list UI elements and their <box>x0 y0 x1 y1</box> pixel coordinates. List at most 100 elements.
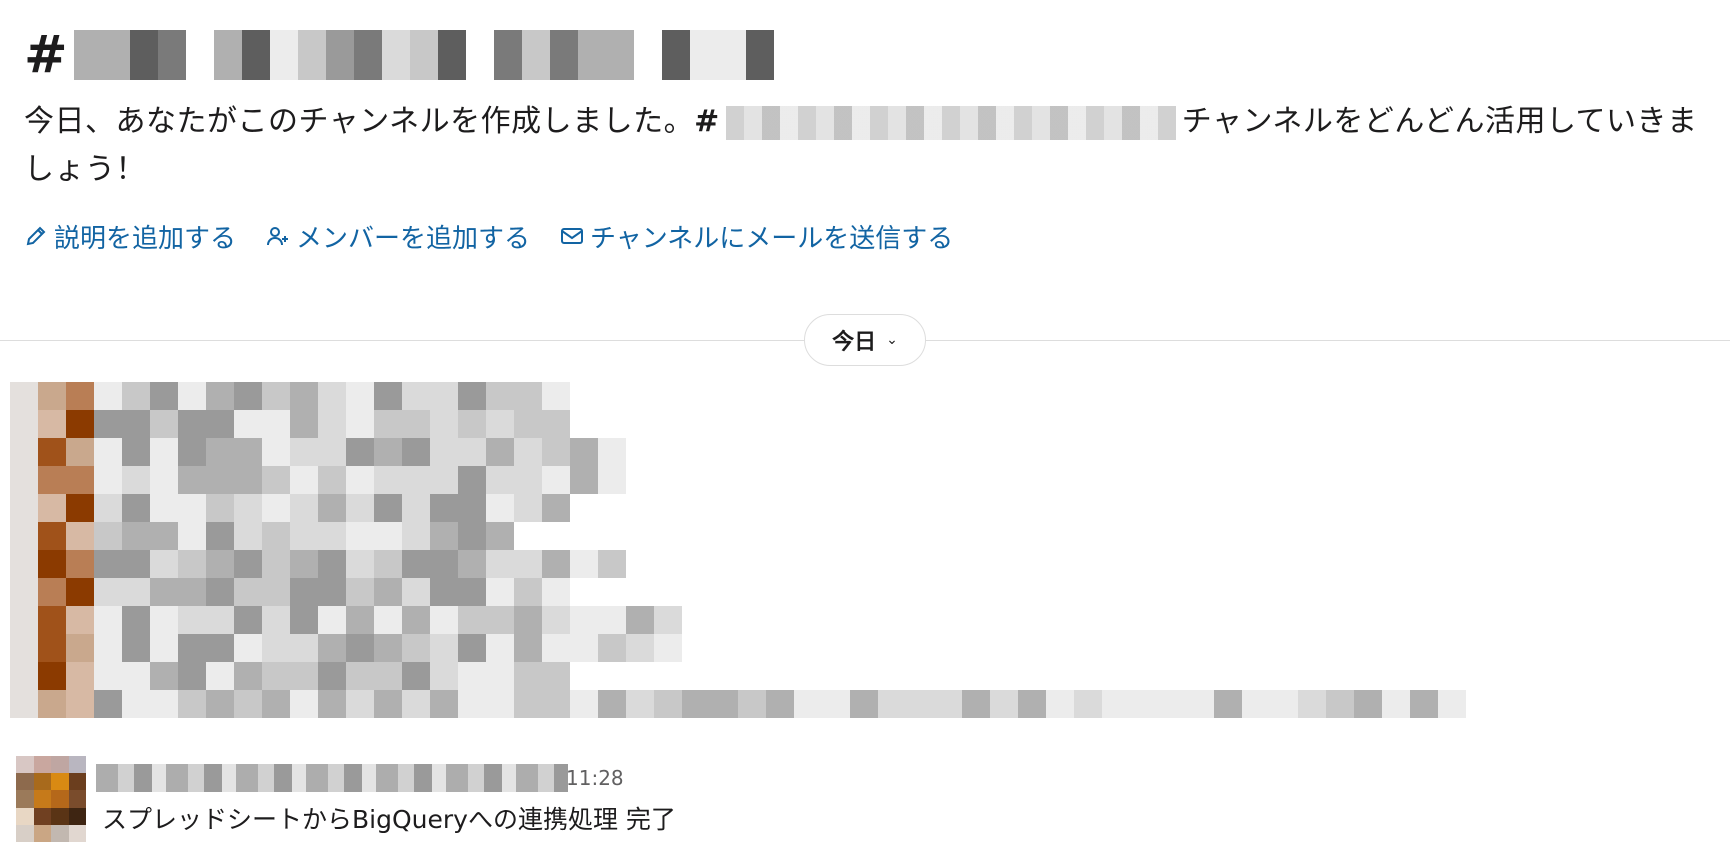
redaction-pixel <box>66 550 94 578</box>
redaction-pixel <box>458 662 486 690</box>
redaction-pixel <box>486 690 514 718</box>
redaction-pixel <box>150 410 178 438</box>
add-description-button[interactable]: 説明を追加する <box>24 218 236 255</box>
redaction-pixel <box>150 690 178 718</box>
redaction-pixel <box>514 382 542 410</box>
redaction-pixel <box>150 466 178 494</box>
date-jump-button[interactable]: 今日 ⌄ <box>804 314 926 366</box>
redaction-pixel <box>402 382 430 410</box>
redaction-pixel <box>122 606 150 634</box>
redaction-pixel <box>458 438 486 466</box>
redaction-pixel <box>549 30 578 80</box>
redaction-pixel <box>122 662 150 690</box>
redaction-pixel <box>38 466 66 494</box>
redaction-pixel <box>122 690 150 718</box>
redaction-pixel <box>157 30 186 80</box>
redaction-pixel <box>38 690 66 718</box>
redaction-pixel <box>626 634 654 662</box>
redaction-pixel <box>430 382 458 410</box>
redaction-pixel <box>122 522 150 550</box>
redaction-pixel <box>542 606 570 634</box>
redaction-pixel <box>374 522 402 550</box>
redaction-pixel <box>150 606 178 634</box>
redaction-pixel <box>234 550 262 578</box>
message-item[interactable]: 11:28 スプレッドシートからBigQueryへの連携処理 完了 <box>16 756 1716 846</box>
redaction-pixel <box>262 634 290 662</box>
redaction-pixel <box>458 522 486 550</box>
redaction-pixel <box>122 438 150 466</box>
avatar-pixel <box>51 756 69 774</box>
redaction-pixel <box>374 690 402 718</box>
redaction-pixel <box>178 690 206 718</box>
redaction-pixel <box>514 550 542 578</box>
redacted-channel-name <box>73 30 774 80</box>
redaction-pixel <box>290 438 318 466</box>
redaction-pixel <box>486 662 514 690</box>
redaction-pixel <box>150 522 178 550</box>
redaction-pixel <box>206 634 234 662</box>
redaction-pixel <box>458 690 486 718</box>
redaction-pixel <box>374 578 402 606</box>
redaction-pixel <box>514 410 542 438</box>
avatar-pixel <box>68 773 86 791</box>
redaction-pixel <box>689 30 718 80</box>
avatar[interactable] <box>16 756 86 842</box>
avatar-pixel <box>33 790 51 808</box>
redaction-pixel <box>66 494 94 522</box>
redaction-pixel <box>206 466 234 494</box>
redaction-pixel <box>346 550 374 578</box>
redaction-pixel <box>66 410 94 438</box>
message-timestamp[interactable]: 11:28 <box>566 766 624 790</box>
redaction-pixel <box>878 690 906 718</box>
redaction-pixel <box>73 30 102 80</box>
add-members-button[interactable]: メンバーを追加する <box>266 218 530 255</box>
redaction-pixel <box>626 606 654 634</box>
redaction-pixel <box>430 634 458 662</box>
redaction-pixel <box>542 466 570 494</box>
redaction-pixel <box>10 606 38 634</box>
redaction-pixel <box>66 634 94 662</box>
redaction-pixel <box>654 634 682 662</box>
avatar-pixel <box>51 824 69 842</box>
redaction-row <box>10 690 1466 718</box>
redaction-pixel <box>493 30 522 80</box>
redaction-pixel <box>129 30 158 80</box>
avatar-pixel <box>33 773 51 791</box>
redaction-pixel <box>318 550 346 578</box>
redaction-pixel <box>318 494 346 522</box>
redaction-pixel <box>206 382 234 410</box>
redaction-pixel <box>94 634 122 662</box>
redaction-pixel <box>542 382 570 410</box>
redaction-pixel <box>1130 690 1158 718</box>
redaction-pixel <box>150 382 178 410</box>
redaction-pixel <box>745 30 774 80</box>
redaction-pixel <box>178 494 206 522</box>
redaction-pixel <box>717 30 746 80</box>
redaction-pixel <box>402 494 430 522</box>
redaction-pixel <box>402 634 430 662</box>
avatar-pixel <box>68 790 86 808</box>
redaction-pixel <box>262 662 290 690</box>
redaction-pixel <box>10 382 38 410</box>
redaction-pixel <box>465 30 494 80</box>
redaction-pixel <box>318 522 346 550</box>
redaction-pixel <box>66 690 94 718</box>
redaction-row <box>10 550 1466 578</box>
redaction-pixel <box>430 522 458 550</box>
redaction-pixel <box>318 662 346 690</box>
redaction-pixel <box>430 466 458 494</box>
redaction-pixel <box>325 30 354 80</box>
redaction-pixel <box>1438 690 1466 718</box>
redaction-pixel <box>290 466 318 494</box>
redaction-pixel <box>297 30 326 80</box>
redaction-pixel <box>430 662 458 690</box>
redaction-pixel <box>234 578 262 606</box>
redaction-pixel <box>290 494 318 522</box>
redaction-pixel <box>290 382 318 410</box>
redaction-pixel <box>10 634 38 662</box>
redaction-pixel <box>10 578 38 606</box>
redaction-pixel <box>122 410 150 438</box>
redaction-pixel <box>38 438 66 466</box>
send-email-button[interactable]: チャンネルにメールを送信する <box>560 218 953 255</box>
redaction-pixel <box>458 466 486 494</box>
